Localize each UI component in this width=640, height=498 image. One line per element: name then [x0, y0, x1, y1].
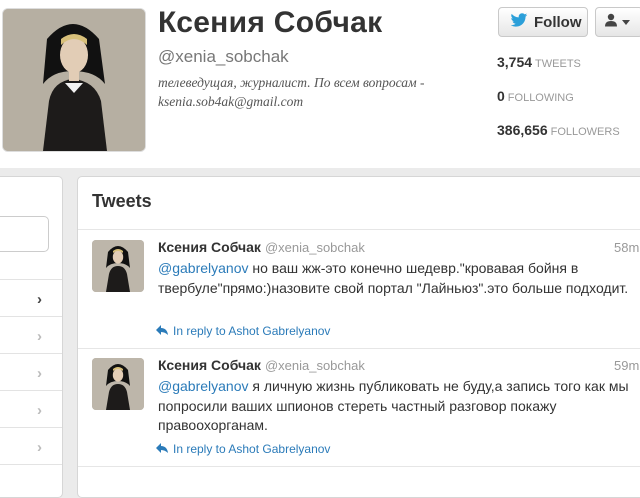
chevron-right-icon: › — [37, 328, 42, 345]
sidebar-nav-item[interactable]: › — [0, 391, 62, 428]
sidebar-nav-item[interactable]: › — [0, 354, 62, 391]
user-menu-button[interactable] — [595, 7, 640, 37]
tweet-text: @gabrelyanov я личную жизнь публиковать … — [158, 377, 640, 436]
follow-button[interactable]: Follow — [498, 7, 588, 37]
in-reply-to-link[interactable]: In reply to Ashot Gabrelyanov — [156, 442, 330, 456]
profile-photo — [3, 9, 145, 151]
follow-label: Follow — [534, 13, 582, 31]
tweet-avatar[interactable] — [92, 240, 144, 292]
stat-tweets-value: 3,754 — [497, 54, 533, 70]
chevron-right-icon: › — [37, 439, 42, 456]
left-sidebar: › › › › › — [0, 176, 63, 498]
tweet-timestamp[interactable]: 58m — [614, 240, 639, 255]
tweet-author-handle: @xenia_sobchak — [264, 358, 365, 373]
tweet-item[interactable]: Ксения Собчак @xenia_sobchak 59m @gabrely… — [78, 348, 640, 467]
twitter-bird-icon — [510, 12, 528, 32]
in-reply-to-link[interactable]: In reply to Ashot Gabrelyanov — [156, 324, 330, 338]
chevron-right-icon: › — [37, 291, 42, 308]
stat-followers-label: FOLLOWERS — [550, 126, 620, 138]
sidebar-nav-item[interactable]: › — [0, 317, 62, 354]
profile-photo — [92, 358, 144, 410]
stat-following[interactable]: 0 FOLLOWING — [497, 88, 574, 106]
stat-following-label: FOLLOWING — [507, 92, 574, 104]
sidebar-search-input[interactable] — [0, 216, 49, 252]
in-reply-to-label: In reply to Ashot Gabrelyanov — [173, 324, 331, 338]
tweet-author[interactable]: Ксения Собчак @xenia_sobchak — [158, 357, 365, 373]
person-icon — [604, 13, 618, 32]
caret-down-icon — [622, 13, 630, 31]
stat-tweets[interactable]: 3,754 TWEETS — [497, 54, 581, 72]
profile-avatar[interactable] — [2, 8, 146, 152]
stat-followers-value: 386,656 — [497, 122, 548, 138]
tweet-author[interactable]: Ксения Собчак @xenia_sobchak — [158, 239, 365, 255]
chevron-right-icon: › — [37, 365, 42, 382]
sidebar-nav-item[interactable]: › — [0, 280, 62, 317]
tweet-mention-link[interactable]: @gabrelyanov — [158, 260, 249, 276]
tweet-item[interactable]: Ксения Собчак @xenia_sobchak 58m @gabrely… — [78, 230, 640, 349]
tweet-author-name: Ксения Собчак — [158, 357, 261, 373]
profile-bio: телеведущая, журналист. По всем вопросам… — [158, 75, 425, 109]
profile-photo — [92, 240, 144, 292]
profile-handle: @xenia_sobchak — [158, 47, 289, 66]
stat-followers[interactable]: 386,656 FOLLOWERS — [497, 122, 620, 140]
tweet-text: @gabrelyanov но ваш жж-это конечно шедев… — [158, 259, 640, 298]
tweet-avatar[interactable] — [92, 358, 144, 410]
tweets-panel: Tweets Ксения Собчак @xenia_sobchak 58m @… — [77, 176, 640, 498]
reply-arrow-icon — [156, 442, 168, 456]
sidebar-nav-item[interactable]: › — [0, 428, 62, 465]
in-reply-to-label: In reply to Ashot Gabrelyanov — [173, 442, 331, 456]
stat-tweets-label: TWEETS — [535, 58, 581, 70]
reply-arrow-icon — [156, 324, 168, 338]
sidebar-nav: › › › › › — [0, 279, 62, 465]
tweet-author-name: Ксения Собчак — [158, 239, 261, 255]
stat-following-value: 0 — [497, 88, 505, 104]
tweet-mention-link[interactable]: @gabrelyanov — [158, 378, 249, 394]
tweet-timestamp[interactable]: 59m — [614, 358, 639, 373]
tweet-author-handle: @xenia_sobchak — [264, 240, 365, 255]
tweets-title: Tweets — [92, 191, 152, 211]
chevron-right-icon: › — [37, 402, 42, 419]
profile-name: Ксения Собчак — [158, 6, 383, 39]
